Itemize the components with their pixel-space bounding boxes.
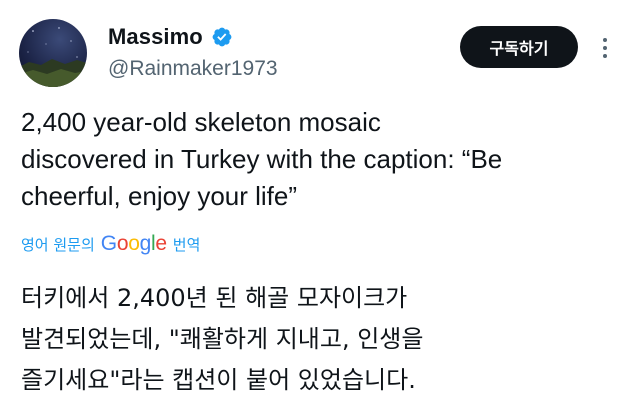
translated-text-line: 터키에서 2,400년 된 해골 모자이크가	[21, 284, 408, 312]
translate-prefix: 영어 원문의	[21, 236, 95, 254]
author-name-row: Massimo	[108, 24, 233, 50]
tweet-text: 2,400 year-old skeleton mosaic discovere…	[21, 104, 626, 215]
avatar-image	[19, 19, 87, 87]
translate-suffix: 번역	[172, 236, 201, 254]
google-logo: Google	[100, 232, 167, 255]
translated-text: 터키에서 2,400년 된 해골 모자이크가 발견되었는데, "쾌활하게 지내고…	[21, 278, 626, 401]
subscribe-button[interactable]: 구독하기	[460, 26, 578, 68]
translated-text-line: 발견되었는데, "쾌활하게 지내고, 인생을	[21, 325, 424, 353]
avatar[interactable]	[19, 19, 87, 87]
display-name[interactable]: Massimo	[108, 24, 203, 50]
tweet-text-line: discovered in Turkey with the caption: “…	[21, 144, 503, 174]
translated-text-line: 즐기세요"라는 캡션이 붙어 있었습니다.	[21, 366, 416, 394]
tweet-card: Massimo @Rainmaker1973 구독하기 2,400 year-o…	[0, 0, 640, 419]
tweet-text-line: 2,400 year-old skeleton mosaic	[21, 107, 381, 137]
tweet-text-line: cheerful, enjoy your life”	[21, 181, 298, 211]
translate-link[interactable]: 영어 원문의 Google 번역	[21, 232, 200, 256]
author-handle[interactable]: @Rainmaker1973	[108, 57, 278, 81]
verified-badge-icon	[212, 27, 232, 47]
more-vertical-icon[interactable]	[601, 36, 609, 60]
